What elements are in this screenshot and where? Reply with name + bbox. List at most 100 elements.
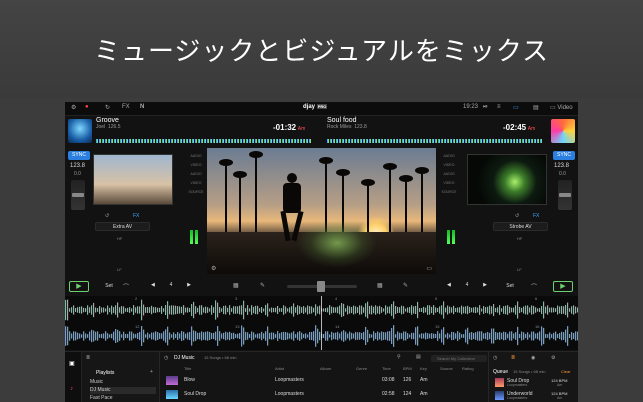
filter-icon[interactable]: ⚲: [397, 354, 401, 360]
left-bpm: 123.8: [70, 163, 86, 169]
right-loop-icon[interactable]: ⌒: [531, 282, 537, 291]
left-fx-label[interactable]: FX: [133, 213, 139, 219]
queue-item[interactable]: Underworld Loopmasters 124 BPM Am: [495, 391, 575, 400]
right-fx-label[interactable]: FX: [533, 213, 539, 219]
settings-icon[interactable]: ⚙: [71, 104, 76, 111]
left-effect-selector[interactable]: Extra AV: [95, 222, 150, 231]
main-video-output[interactable]: ⚙ ▭: [207, 148, 436, 274]
equalizer-icon[interactable]: ≡: [497, 104, 501, 110]
queue-panel: ◷ ≣ ◉ ⚙ Queue 15 Songs • 68 min Clear So…: [488, 352, 578, 402]
left-sync-button[interactable]: SYNC: [68, 151, 90, 160]
right-level-meter: [447, 230, 450, 244]
col-source[interactable]: Source: [440, 366, 453, 371]
right-track-bpm: 123.8: [354, 124, 367, 130]
right-track-title: Soul food: [327, 117, 357, 124]
queue-list-icon[interactable]: ≣: [511, 355, 515, 361]
col-album[interactable]: Album: [320, 366, 331, 371]
right-pitch-slider[interactable]: [558, 180, 572, 210]
playlist-item-dj-music[interactable]: DJ Music: [90, 387, 156, 394]
loop-icon[interactable]: ↻: [105, 104, 110, 111]
right-sync-button[interactable]: SYNC: [553, 151, 575, 160]
right-overview-waveform[interactable]: [327, 139, 543, 143]
crossfader[interactable]: [287, 281, 357, 292]
video-fullscreen-icon[interactable]: ▭: [426, 265, 432, 272]
left-loop-icon[interactable]: ⌒: [123, 282, 129, 291]
waveform-display[interactable]: 2 3 4 5 6 12 13 14 15 16: [65, 296, 578, 350]
play-pause-icon[interactable]: ⏯: [483, 104, 488, 111]
right-effect-selector[interactable]: Strobe AV: [493, 222, 548, 231]
video-output-button[interactable]: ▭ Video: [550, 104, 573, 111]
left-overview-waveform[interactable]: [96, 139, 311, 143]
playlists-panel: ≣ Playlists + Music DJ Music Fast Pace: [82, 352, 160, 402]
left-remaining-time: -01:32: [273, 123, 297, 132]
right-remaining-time: -02:45: [503, 123, 527, 132]
right-fx-rotate-icon[interactable]: ↺: [515, 213, 519, 219]
history-icon[interactable]: ◷: [164, 355, 168, 361]
search-input[interactable]: Search My Collection: [431, 355, 487, 362]
track-art: [166, 390, 178, 399]
queue-clock-icon[interactable]: ◷: [493, 355, 497, 361]
right-grid-icon[interactable]: ▦: [377, 282, 383, 289]
left-beat-stepper[interactable]: ◀ 4 ▶: [151, 282, 191, 291]
right-beat-stepper[interactable]: ◀ 4 ▶: [447, 282, 487, 291]
left-play-button[interactable]: ▶: [69, 281, 89, 292]
queue-settings-icon[interactable]: ⚙: [551, 355, 555, 361]
queue-item-art: [495, 391, 504, 400]
skater-silhouette: [279, 173, 305, 243]
left-grid-icon[interactable]: ▦: [233, 282, 239, 289]
queue-visual-icon[interactable]: ◉: [531, 355, 535, 361]
queue-item[interactable]: Soul Drop Loopmasters 124 BPM Am: [495, 378, 575, 387]
right-video-preview[interactable]: [467, 154, 547, 205]
col-artist[interactable]: Artist: [275, 366, 284, 371]
split-view-icon[interactable]: ▤: [533, 104, 539, 111]
col-genre[interactable]: Genre: [356, 366, 367, 371]
source-sidebar: ▣ ♪: [65, 352, 82, 402]
left-beat-decrease[interactable]: ◀: [151, 282, 155, 291]
right-bpm: 123.8: [554, 163, 570, 169]
left-deck-artwork[interactable]: [68, 119, 92, 143]
left-fx-rotate-icon[interactable]: ↺: [105, 213, 109, 219]
col-title[interactable]: Title: [184, 366, 191, 371]
left-set-cue-button[interactable]: Set: [102, 282, 116, 291]
music-source-icon[interactable]: ♪: [70, 386, 73, 392]
queue-item-art: [495, 378, 504, 387]
left-pitch-slider[interactable]: [71, 180, 85, 210]
left-pen-icon[interactable]: ✎: [260, 282, 265, 289]
library-icon[interactable]: ▣: [69, 360, 75, 367]
right-beat-increase[interactable]: ▶: [483, 282, 487, 291]
right-pen-icon[interactable]: ✎: [403, 282, 408, 289]
mixer-labels-left: AUDIO VIDEO AUDIO VIDEO SOURCE: [188, 154, 204, 194]
left-level-meter: [190, 230, 193, 244]
col-time[interactable]: Time: [382, 366, 391, 371]
left-track-artist: Joel: [96, 124, 106, 130]
right-beat-decrease[interactable]: ◀: [447, 282, 451, 291]
col-bpm[interactable]: BPM: [403, 366, 412, 371]
table-row[interactable]: Blow Loopmasters 03:08 126 Am: [160, 376, 488, 385]
playlist-item-fast-pace[interactable]: Fast Pace: [90, 395, 113, 402]
left-deck-info: Groove Joel 126.5: [96, 117, 120, 139]
video-mode-icon[interactable]: ▭: [513, 104, 519, 111]
list-meta: 15 Songs • 68 min: [204, 355, 237, 360]
playlist-item-music[interactable]: Music: [90, 379, 103, 386]
left-track-bpm: 126.5: [107, 124, 121, 130]
table-row[interactable]: Soul Drop Loopmasters 02:58 124 Am: [160, 390, 488, 399]
video-settings-icon[interactable]: ⚙: [211, 265, 216, 272]
left-video-preview[interactable]: [93, 154, 173, 205]
neural-mix-icon[interactable]: N: [140, 104, 144, 110]
queue-clear-button[interactable]: Clear: [561, 369, 571, 374]
left-track-title: Groove: [96, 117, 119, 124]
djay-app-window: ⚙ ● ↻ FX N djay PRO 19:23 ⏯ ≡ ▭ ▤ ▭ Vide…: [65, 102, 578, 402]
fx-button[interactable]: FX: [122, 104, 130, 110]
left-level-meter-2: [195, 230, 198, 244]
right-set-cue-button[interactable]: Set: [503, 282, 517, 291]
col-key[interactable]: Key: [420, 366, 427, 371]
record-icon[interactable]: ●: [85, 104, 89, 110]
list-title: DJ Music: [174, 355, 195, 361]
right-play-button[interactable]: ▶: [553, 281, 573, 292]
right-deck-artwork[interactable]: [551, 119, 575, 143]
app-logo: djay PRO: [303, 104, 328, 110]
left-beat-increase[interactable]: ▶: [187, 282, 191, 291]
col-rating[interactable]: Rating: [462, 366, 474, 371]
add-playlist-icon[interactable]: +: [150, 369, 153, 375]
view-icon[interactable]: ▤: [416, 354, 421, 360]
